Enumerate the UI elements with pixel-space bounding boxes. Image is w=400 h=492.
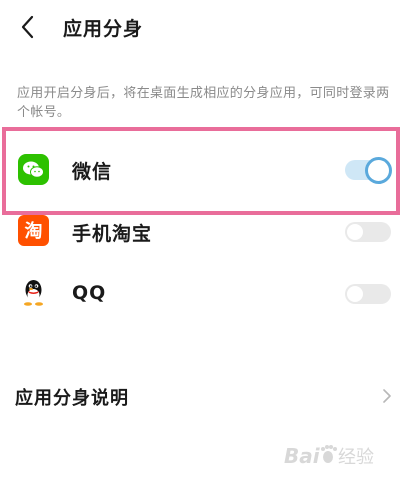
app-label-qq: QQ xyxy=(72,282,107,304)
clone-explanation-label: 应用分身说明 xyxy=(15,388,129,409)
chevron-left-icon xyxy=(21,15,34,39)
toggle-knob xyxy=(347,286,363,302)
qq-icon xyxy=(18,277,49,308)
page-title: 应用分身 xyxy=(63,18,144,40)
description-text: 应用开启分身后，将在桌面生成相应的分身应用，可同时登录两个帐号。 xyxy=(17,86,390,120)
qq-clone-toggle[interactable] xyxy=(345,284,391,304)
taobao-clone-toggle[interactable] xyxy=(345,222,391,242)
app-label-taobao: 手机淘宝 xyxy=(72,223,153,245)
svg-text:淘: 淘 xyxy=(25,220,43,242)
svg-text:经验: 经验 xyxy=(338,447,374,468)
chevron-right-icon xyxy=(383,389,391,403)
svg-text:Bai: Bai xyxy=(284,444,321,468)
back-button[interactable] xyxy=(14,12,44,42)
clone-explanation-item[interactable]: 应用分身说明 xyxy=(0,370,400,420)
watermark-logo: Bai 经验 xyxy=(282,437,394,473)
taobao-icon: 淘 xyxy=(18,215,49,246)
app-row-qq[interactable]: QQ xyxy=(0,262,400,326)
toggle-knob xyxy=(347,224,363,240)
highlight-annotation xyxy=(2,127,400,215)
top-bar: 应用分身 xyxy=(0,0,400,60)
